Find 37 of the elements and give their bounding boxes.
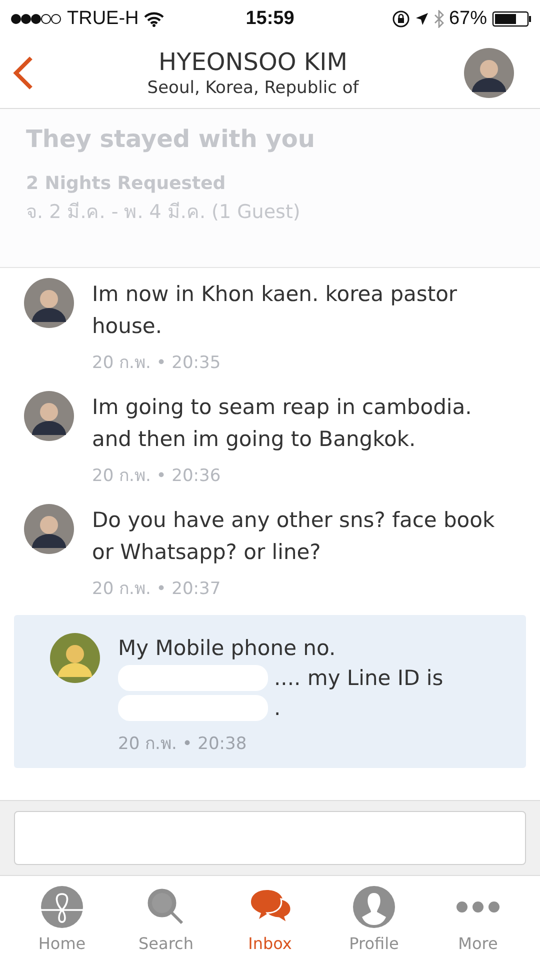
rotation-lock-icon bbox=[392, 10, 410, 28]
contact-location: Seoul, Korea, Republic of bbox=[147, 78, 359, 98]
contact-name: HYEONSOO KIM bbox=[158, 48, 348, 76]
avatar-icon[interactable] bbox=[464, 48, 514, 98]
carrier-name: TRUE-H bbox=[67, 8, 139, 30]
loop-icon bbox=[39, 884, 85, 930]
message-time: 20 ก.พ. • 20:35 bbox=[92, 352, 222, 375]
chevron-left-icon bbox=[12, 55, 34, 91]
wifi-icon bbox=[144, 12, 164, 26]
message-time: 20 ก.พ. • 20:36 bbox=[92, 465, 222, 488]
avatar-icon bbox=[24, 504, 74, 554]
person-icon bbox=[351, 884, 397, 930]
battery-percent: 67% bbox=[448, 8, 487, 30]
tab-item[interactable]: More bbox=[428, 876, 528, 960]
tab-item[interactable]: Profile bbox=[324, 876, 424, 960]
message-text: My Mobile phone no. .... my Line ID is . bbox=[118, 635, 444, 723]
message-text: Im going to seam reap in cambodia. and then im going to Bangkok. bbox=[92, 394, 473, 453]
message-input[interactable] bbox=[14, 811, 526, 865]
message-time: 20 ก.พ. • 20:38 bbox=[118, 733, 248, 756]
avatar-icon bbox=[24, 391, 74, 441]
battery-icon bbox=[492, 11, 532, 27]
message-text: Do you have any other sns? face book or Whatsapp? or line? bbox=[92, 507, 496, 566]
clock-time: 15:59 bbox=[246, 8, 294, 30]
bluetooth-icon bbox=[434, 10, 444, 28]
tab-item[interactable]: Home bbox=[12, 876, 112, 960]
nights-requested: 2 Nights Requested bbox=[26, 173, 227, 194]
avatar-icon bbox=[24, 278, 74, 328]
message-text: Im now in Khon kaen. korea pastor house. bbox=[92, 281, 458, 340]
tab-item[interactable]: Inbox bbox=[220, 876, 320, 960]
location-arrow-icon bbox=[414, 12, 429, 26]
booking-dates: จ. 2 มี.ค. - พ. 4 มี.ค. (1 Guest) bbox=[26, 200, 302, 225]
avatar-icon bbox=[50, 633, 100, 683]
tab-item[interactable]: Search bbox=[116, 876, 216, 960]
more-icon bbox=[455, 901, 501, 913]
signal-icon bbox=[10, 13, 62, 25]
booking-status: They stayed with you bbox=[26, 125, 316, 153]
message-time: 20 ก.พ. • 20:37 bbox=[92, 578, 222, 601]
